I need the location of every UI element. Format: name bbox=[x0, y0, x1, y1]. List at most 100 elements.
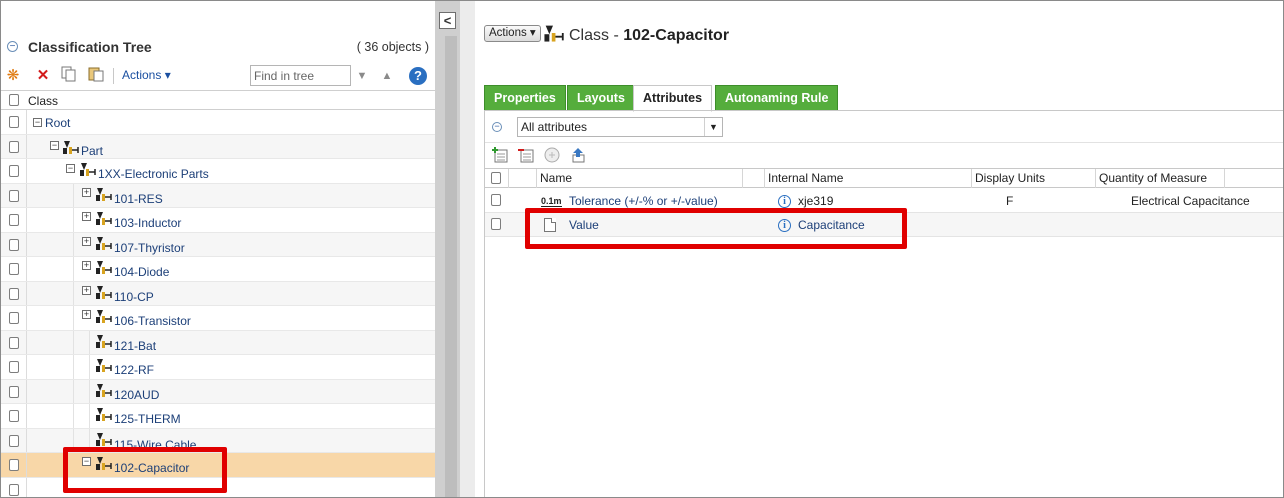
tree-actions-menu[interactable]: Actions ▾ bbox=[122, 68, 171, 82]
class-icon bbox=[96, 334, 112, 348]
tree-row[interactable]: − 1XX-Electronic Parts bbox=[1, 159, 435, 184]
expand-icon[interactable]: + bbox=[82, 236, 91, 246]
paste-icon[interactable] bbox=[86, 66, 106, 86]
row-checkbox[interactable] bbox=[491, 194, 501, 206]
column-header-name[interactable]: Name bbox=[537, 169, 743, 188]
tree-row[interactable]: + 101-RES bbox=[1, 183, 435, 208]
collapse-left-panel-button[interactable]: < bbox=[439, 12, 456, 29]
row-checkbox[interactable] bbox=[9, 263, 19, 275]
tree-panel-header: − Classification Tree ( 36 objects ) bbox=[1, 33, 435, 61]
expand-icon[interactable]: + bbox=[82, 285, 91, 295]
row-checkbox[interactable] bbox=[9, 189, 19, 202]
expand-icon[interactable]: + bbox=[82, 212, 91, 221]
column-header-internal-name[interactable]: Internal Name bbox=[765, 169, 972, 188]
class-icon bbox=[96, 236, 112, 250]
tree-toolbar: ❋ ✕ Actions ▾ ▼ ▲ ? bbox=[1, 63, 435, 89]
column-header-display-units[interactable]: Display Units bbox=[972, 169, 1096, 188]
tree-node-label[interactable]: 110-CP bbox=[114, 290, 154, 304]
info-icon[interactable]: i bbox=[778, 195, 791, 208]
tree-row[interactable]: 120AUD bbox=[1, 379, 435, 404]
row-checkbox[interactable] bbox=[9, 116, 19, 128]
tree-node-label[interactable]: 1XX-Electronic Parts bbox=[98, 167, 209, 181]
row-checkbox[interactable] bbox=[9, 459, 19, 471]
tree-row[interactable]: 125-THERM bbox=[1, 404, 435, 429]
select-all-checkbox[interactable] bbox=[491, 172, 501, 184]
class-icon bbox=[63, 140, 79, 154]
move-up-icon[interactable] bbox=[570, 147, 586, 163]
row-checkbox[interactable] bbox=[9, 336, 19, 349]
tree-node-label[interactable]: Root bbox=[45, 116, 70, 130]
attributes-panel: − All attributes ▼ Name Internal Name Di… bbox=[484, 111, 1283, 497]
row-checkbox[interactable] bbox=[9, 238, 19, 251]
collapse-icon[interactable]: − bbox=[33, 118, 42, 127]
row-checkbox[interactable] bbox=[9, 410, 19, 422]
object-count: ( 36 objects ) bbox=[356, 40, 429, 54]
tree-node-label[interactable]: 101-RES bbox=[114, 192, 163, 206]
collapse-icon[interactable]: − bbox=[492, 122, 502, 132]
tree-node-label[interactable]: 106-Transistor bbox=[114, 314, 191, 328]
chevron-down-icon[interactable]: ▼ bbox=[704, 118, 722, 136]
row-checkbox[interactable] bbox=[9, 312, 19, 324]
class-actions-button[interactable]: Actions ▾ bbox=[484, 25, 541, 42]
tree-node-label[interactable]: 125-THERM bbox=[114, 412, 181, 426]
collapse-icon[interactable]: − bbox=[50, 140, 59, 150]
tree-row[interactable]: + 110-CP bbox=[1, 281, 435, 306]
find-previous-icon[interactable]: ▲ bbox=[377, 66, 397, 86]
delete-icon[interactable]: ✕ bbox=[33, 66, 53, 86]
find-in-tree-input[interactable] bbox=[250, 65, 351, 86]
find-next-icon[interactable]: ▼ bbox=[352, 66, 372, 86]
class-icon bbox=[96, 261, 112, 274]
table-header: Name Internal Name Display Units Quantit… bbox=[485, 168, 1283, 188]
remove-attribute-icon[interactable] bbox=[518, 147, 534, 163]
splitter-track bbox=[445, 36, 457, 497]
tree-row[interactable]: + 107-Thyristor bbox=[1, 232, 435, 257]
class-icon bbox=[96, 212, 112, 225]
tree-node-label[interactable]: 104-Diode bbox=[114, 265, 169, 279]
row-checkbox[interactable] bbox=[9, 385, 19, 398]
tab-attributes[interactable]: Attributes bbox=[633, 85, 713, 112]
row-checkbox[interactable] bbox=[9, 165, 19, 177]
tree-row[interactable]: 122-RF bbox=[1, 355, 435, 380]
tab-layouts[interactable]: Layouts bbox=[567, 85, 635, 111]
attribute-filter-select[interactable]: All attributes ▼ bbox=[517, 117, 723, 137]
new-icon[interactable]: ❋ bbox=[3, 66, 23, 86]
add-attribute-icon[interactable] bbox=[492, 147, 508, 163]
numeric-attribute-icon: 0.1m bbox=[541, 196, 562, 207]
row-checkbox[interactable] bbox=[9, 140, 19, 153]
tree-row[interactable]: 121-Bat bbox=[1, 330, 435, 355]
display-units bbox=[1006, 213, 1106, 237]
expand-icon[interactable]: + bbox=[82, 187, 91, 197]
tab-autonaming-rule[interactable]: Autonaming Rule bbox=[715, 85, 839, 111]
copy-icon[interactable] bbox=[59, 66, 79, 86]
tree-row[interactable]: − Root bbox=[1, 110, 435, 135]
row-checkbox[interactable] bbox=[491, 218, 501, 230]
tree-node-label[interactable]: 122-RF bbox=[114, 363, 154, 377]
expand-icon[interactable]: + bbox=[82, 310, 91, 319]
collapse-panel-icon[interactable]: − bbox=[7, 41, 18, 52]
tree-row[interactable]: + 103-Inductor bbox=[1, 208, 435, 233]
column-header-quantity-of-measure[interactable]: Quantity of Measure bbox=[1096, 169, 1225, 188]
class-icon bbox=[96, 310, 112, 323]
tree-node-label[interactable]: 107-Thyristor bbox=[114, 241, 185, 255]
row-checkbox[interactable] bbox=[9, 434, 19, 447]
tree-node-label[interactable]: 103-Inductor bbox=[114, 216, 181, 230]
tree-node-label[interactable]: 120AUD bbox=[114, 388, 159, 402]
help-icon[interactable]: ? bbox=[409, 67, 427, 85]
expand-icon[interactable]: + bbox=[82, 261, 91, 270]
classification-tree-panel: − Classification Tree ( 36 objects ) ❋ ✕… bbox=[1, 1, 435, 497]
row-checkbox[interactable] bbox=[9, 287, 19, 300]
tree-row[interactable]: − Part bbox=[1, 134, 435, 159]
tree-node-label[interactable]: 121-Bat bbox=[114, 339, 156, 353]
header-icon-cell bbox=[509, 169, 537, 188]
edit-attribute-icon[interactable] bbox=[544, 147, 560, 163]
header-info-cell bbox=[743, 169, 765, 188]
row-checkbox[interactable] bbox=[9, 361, 19, 373]
tree-row[interactable]: + 106-Transistor bbox=[1, 306, 435, 331]
tree-node-label[interactable]: Part bbox=[81, 144, 103, 158]
row-checkbox[interactable] bbox=[9, 483, 19, 496]
collapse-icon[interactable]: − bbox=[66, 164, 75, 173]
tab-properties[interactable]: Properties bbox=[484, 85, 566, 111]
row-checkbox[interactable] bbox=[9, 214, 19, 226]
tree-row[interactable]: + 104-Diode bbox=[1, 257, 435, 282]
select-all-checkbox[interactable] bbox=[9, 94, 19, 106]
